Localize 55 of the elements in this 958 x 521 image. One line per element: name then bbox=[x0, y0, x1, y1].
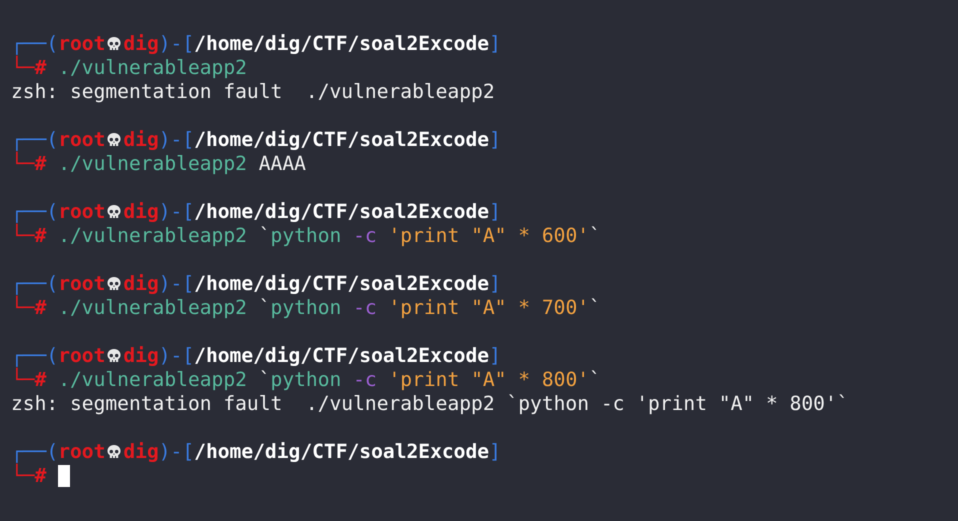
prompt-user: root bbox=[58, 200, 106, 224]
prompt-frame: ┌──( bbox=[11, 32, 58, 56]
prompt-frame: ┌──( bbox=[11, 200, 58, 224]
prompt-frame: ┌──( bbox=[11, 128, 58, 152]
prompt-frame: ] bbox=[489, 344, 501, 368]
prompt-path: /home/dig/CTF/soal2Excode bbox=[194, 128, 490, 152]
prompt-marker: └─# bbox=[11, 296, 46, 320]
command-text: ./vulnerableapp2 `python -c 'print "A" * 800'` bbox=[58, 368, 601, 392]
prompt-marker: └─# bbox=[11, 368, 46, 392]
prompt-user: root bbox=[58, 32, 106, 56]
prompt-user: root bbox=[58, 344, 106, 368]
prompt-user: root bbox=[58, 272, 106, 296]
command-text: ./vulnerableapp2 AAAA bbox=[58, 152, 306, 176]
output-text: zsh: segmentation fault ./vulnerableapp2 bbox=[11, 80, 496, 104]
prompt-path: /home/dig/CTF/soal2Excode bbox=[194, 440, 490, 464]
prompt-user: root bbox=[58, 128, 106, 152]
prompt-marker: └─# bbox=[11, 56, 46, 80]
prompt-frame: ] bbox=[489, 128, 501, 152]
prompt-path: /home/dig/CTF/soal2Excode bbox=[194, 200, 490, 224]
prompt-host: dig bbox=[123, 440, 159, 464]
command-text: ./vulnerableapp2 bbox=[58, 56, 247, 80]
prompt-host: dig bbox=[123, 128, 159, 152]
prompt-frame: )-[ bbox=[158, 200, 194, 224]
prompt-frame: ┌──( bbox=[11, 440, 58, 464]
prompt-frame: ] bbox=[489, 440, 501, 464]
prompt-frame: ] bbox=[489, 272, 501, 296]
prompt-host: dig bbox=[123, 32, 159, 56]
prompt-marker: └─# bbox=[11, 224, 46, 248]
skull-icon bbox=[105, 36, 124, 52]
prompt-frame: )-[ bbox=[158, 272, 194, 296]
prompt-marker: └─# bbox=[11, 152, 46, 176]
skull-icon bbox=[105, 348, 124, 364]
command-text: ./vulnerableapp2 `python -c 'print "A" * 700'` bbox=[58, 296, 601, 320]
skull-icon bbox=[105, 276, 124, 292]
prompt-host: dig bbox=[123, 200, 159, 224]
prompt-path: /home/dig/CTF/soal2Excode bbox=[194, 272, 490, 296]
skull-icon bbox=[105, 132, 124, 148]
prompt-marker: └─# bbox=[11, 464, 46, 488]
prompt-frame: )-[ bbox=[158, 344, 194, 368]
skull-icon bbox=[105, 204, 124, 220]
prompt-frame: )-[ bbox=[158, 440, 194, 464]
prompt-path: /home/dig/CTF/soal2Excode bbox=[194, 32, 490, 56]
prompt-host: dig bbox=[123, 344, 159, 368]
command-text: ./vulnerableapp2 `python -c 'print "A" * 600'` bbox=[58, 224, 601, 248]
prompt-frame: ┌──( bbox=[11, 272, 58, 296]
prompt-frame: )-[ bbox=[158, 128, 194, 152]
prompt-user: root bbox=[58, 440, 106, 464]
prompt-frame: )-[ bbox=[158, 32, 194, 56]
prompt-frame: ] bbox=[489, 200, 501, 224]
prompt-host: dig bbox=[123, 272, 159, 296]
prompt-frame: ] bbox=[489, 32, 501, 56]
skull-icon bbox=[105, 444, 124, 460]
prompt-frame: ┌──( bbox=[11, 344, 58, 368]
prompt-path: /home/dig/CTF/soal2Excode bbox=[194, 344, 490, 368]
output-text: zsh: segmentation fault ./vulnerableapp2 `python -c 'print "A" * 800'` bbox=[11, 392, 850, 416]
